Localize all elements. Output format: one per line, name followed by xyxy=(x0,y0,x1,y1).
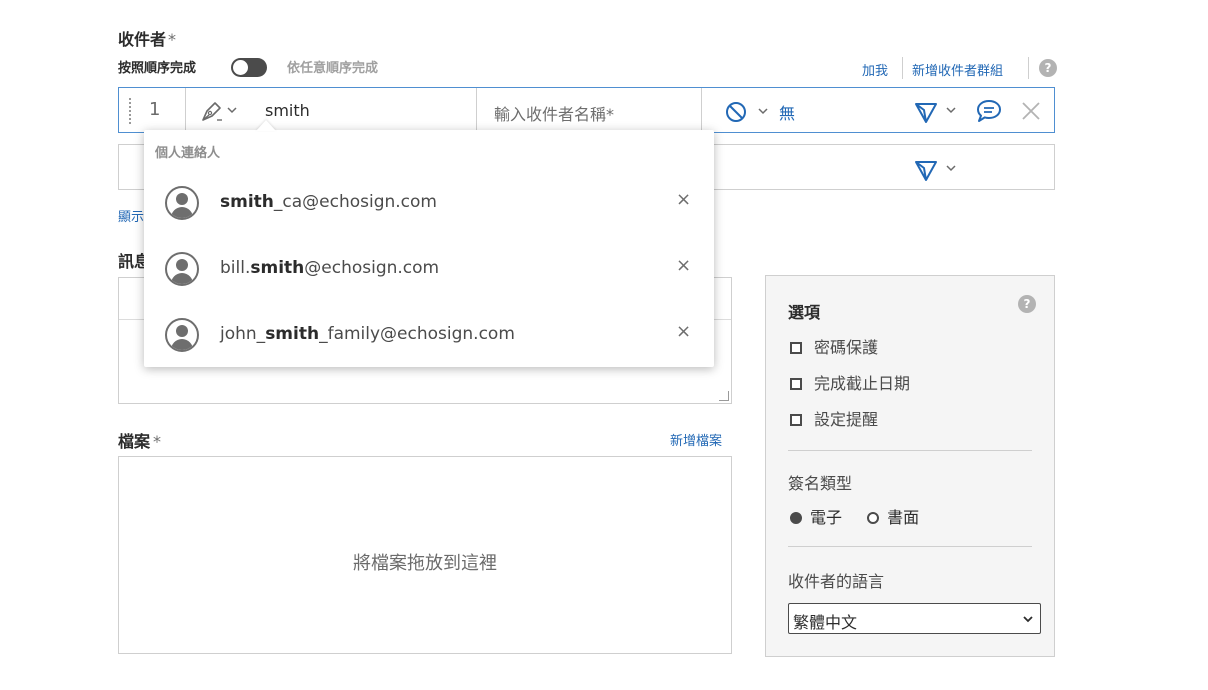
deadline-checkbox[interactable]: 完成截止日期 xyxy=(790,370,910,394)
divider xyxy=(788,546,1032,547)
add-me-link[interactable]: 加我 xyxy=(862,60,888,79)
chevron-down-icon xyxy=(1022,610,1034,628)
remove-suggestion-icon[interactable]: × xyxy=(676,321,691,342)
checkbox-icon xyxy=(790,342,802,354)
send-icon xyxy=(915,103,956,123)
resize-handle-icon[interactable] xyxy=(719,391,729,401)
divider xyxy=(902,57,903,79)
suggestion-email: smith_ca@echosign.com xyxy=(220,192,437,212)
file-drop-zone[interactable]: 將檔案拖放到這裡 xyxy=(118,456,732,654)
help-icon[interactable]: ? xyxy=(1039,59,1057,77)
files-label: 檔案 * xyxy=(118,432,162,451)
add-file-link[interactable]: 新增檔案 xyxy=(670,430,722,449)
send-icon xyxy=(915,161,956,181)
remove-suggestion-icon[interactable]: × xyxy=(676,189,691,210)
language-value: 繁體中文 xyxy=(793,613,858,632)
close-icon[interactable] xyxy=(1021,101,1041,121)
password-protect-checkbox[interactable]: 密碼保護 xyxy=(790,334,878,358)
order-toggle[interactable] xyxy=(231,58,267,77)
chat-icon[interactable] xyxy=(975,98,1003,124)
signature-type-title: 簽名類型 xyxy=(788,474,853,493)
signature-type-radios: 電子 書面 xyxy=(790,504,919,528)
avatar-icon xyxy=(165,318,199,352)
radio-empty-icon xyxy=(867,512,880,524)
recipient-number: 1 xyxy=(149,99,161,120)
cell-divider xyxy=(701,88,702,132)
suggestion-item[interactable]: bill.smith@echosign.com × xyxy=(144,236,714,302)
radio-written[interactable]: 書面 xyxy=(847,508,919,527)
checkbox-icon xyxy=(790,378,802,390)
reminder-checkbox[interactable]: 設定提醒 xyxy=(790,406,878,430)
any-order-label: 依任意順序完成 xyxy=(287,61,379,76)
help-icon[interactable]: ? xyxy=(1018,295,1036,313)
auth-value: 無 xyxy=(779,104,796,123)
checkbox-icon xyxy=(790,414,802,426)
radio-electronic[interactable]: 電子 xyxy=(790,508,842,527)
radio-selected-icon xyxy=(790,512,802,524)
recipient-name-input[interactable]: 輸入收件者名稱* xyxy=(494,101,614,125)
dropdown-caret xyxy=(256,120,276,131)
auth-selector[interactable] xyxy=(725,100,773,124)
pen-icon xyxy=(202,102,237,121)
divider xyxy=(788,450,1032,451)
delivery-selector[interactable] xyxy=(913,157,961,183)
options-title: 選項 xyxy=(788,303,821,322)
drop-zone-text: 將檔案拖放到這裡 xyxy=(353,553,497,574)
delivery-selector[interactable] xyxy=(913,99,961,125)
contact-suggestions-dropdown: 個人連絡人 smith_ca@echosign.com × bill.smith… xyxy=(144,130,714,367)
cell-divider xyxy=(185,88,186,132)
dropdown-header: 個人連絡人 xyxy=(155,146,221,161)
language-select[interactable]: 繁體中文 xyxy=(788,603,1041,634)
suggestion-email: bill.smith@echosign.com xyxy=(220,258,440,278)
recipients-title: 收件者 * xyxy=(118,30,177,49)
divider xyxy=(1028,57,1029,79)
show-link[interactable]: 顯示 xyxy=(118,206,144,225)
recipient-email-input[interactable]: smith xyxy=(265,101,310,120)
add-recipient-group-link[interactable]: 新增收件者群組 xyxy=(912,60,1003,79)
remove-suggestion-icon[interactable]: × xyxy=(676,255,691,276)
language-title: 收件者的語言 xyxy=(788,572,885,591)
cell-divider xyxy=(476,88,477,132)
suggestion-email: john_smith_family@echosign.com xyxy=(220,324,515,344)
suggestion-item[interactable]: smith_ca@echosign.com × xyxy=(144,170,714,236)
sequential-order-label: 按照順序完成 xyxy=(118,61,197,76)
avatar-icon xyxy=(165,252,199,286)
options-panel: 選項 ? 密碼保護 完成截止日期 設定提醒 簽名類型 電子 書面 收件者的語言 … xyxy=(765,275,1055,657)
avatar-icon xyxy=(165,186,199,220)
role-selector[interactable] xyxy=(199,99,241,123)
drag-handle-icon[interactable] xyxy=(129,98,131,124)
suggestion-item[interactable]: john_smith_family@echosign.com × xyxy=(144,302,714,368)
toggle-knob xyxy=(233,60,248,75)
no-auth-icon xyxy=(726,102,768,122)
